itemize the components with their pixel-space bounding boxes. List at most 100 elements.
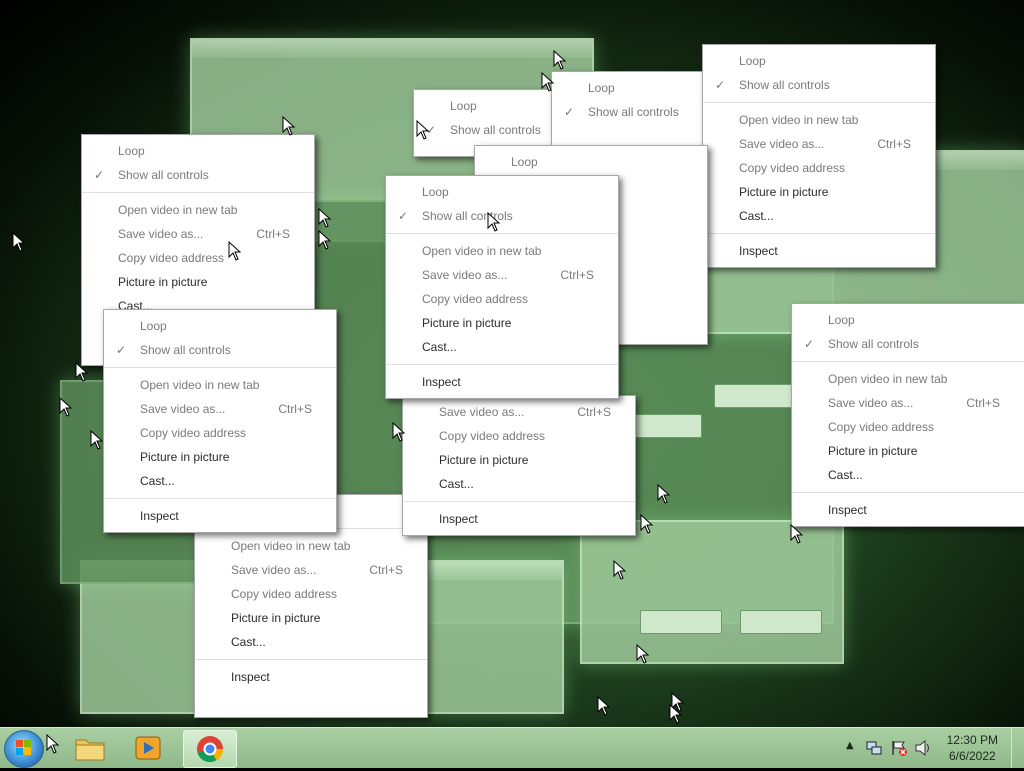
mouse-cursor-icon	[640, 514, 654, 534]
mouse-cursor-icon	[282, 116, 296, 136]
menu-item-cast[interactable]: Cast...	[386, 335, 618, 359]
menu-item-show-all-controls[interactable]: ✓Show all controls	[386, 204, 618, 228]
chrome-icon	[197, 736, 224, 763]
video-context-menu: Loop ✓ Show all controls Open video in ne…	[791, 303, 1024, 527]
mouse-cursor-icon	[553, 50, 567, 70]
mouse-cursor-icon	[392, 422, 406, 442]
menu-item-cast[interactable]: Cast...	[195, 630, 427, 654]
menu-item-save-video[interactable]: Save video as... Ctrl+S	[104, 397, 336, 421]
menu-separator	[792, 361, 1024, 362]
menu-item-picture-in-picture[interactable]: Picture in picture	[104, 445, 336, 469]
mouse-cursor-icon	[318, 230, 332, 250]
menu-item-inspect[interactable]: Inspect	[104, 504, 336, 528]
mouse-cursor-icon	[790, 524, 804, 544]
clock[interactable]: 12:30 PM 6/6/2022	[947, 732, 998, 764]
start-button[interactable]	[4, 730, 44, 768]
media-player-icon	[135, 736, 161, 760]
menu-item-save-video[interactable]: Save video as... Ctrl+S	[195, 558, 427, 582]
mouse-cursor-icon	[46, 734, 60, 754]
menu-separator	[195, 659, 427, 660]
network-icon[interactable]	[866, 740, 882, 756]
menu-item-inspect[interactable]: Inspect	[792, 498, 1024, 522]
taskbar-google-chrome[interactable]	[183, 730, 237, 768]
menu-item-save-video[interactable]: Save video as... Ctrl+S	[703, 132, 935, 156]
menu-item-picture-in-picture[interactable]: Picture in picture	[792, 439, 1024, 463]
menu-separator	[386, 233, 618, 234]
menu-item-show-all-controls[interactable]: ✓Show all controls	[104, 338, 336, 362]
mouse-cursor-icon	[636, 644, 650, 664]
menu-item-picture-in-picture[interactable]: Picture in picture	[386, 311, 618, 335]
menu-item-inspect[interactable]: Inspect	[403, 507, 635, 531]
menu-item-save-video[interactable]: Save video as... Ctrl+S	[386, 263, 618, 287]
video-context-menu: Save video as... Ctrl+S Copy video addres…	[402, 395, 636, 536]
mouse-cursor-icon	[657, 484, 671, 504]
action-center-flag-icon[interactable]	[890, 739, 908, 757]
menu-item-loop[interactable]: Loop	[475, 150, 707, 174]
menu-item-loop[interactable]: Loop	[82, 139, 314, 163]
menu-item-loop[interactable]: Loop	[386, 180, 618, 204]
menu-item-show-all-controls[interactable]: ✓Show all controls	[82, 163, 314, 187]
mouse-cursor-icon	[59, 397, 73, 417]
menu-item-picture-in-picture[interactable]: Picture in picture	[82, 270, 314, 294]
menu-separator	[403, 501, 635, 502]
menu-item-loop[interactable]: Loop	[792, 308, 1024, 332]
menu-item-inspect[interactable]: Inspect	[386, 370, 618, 394]
menu-item-save-video[interactable]: Save video as... Ctrl+S	[82, 222, 314, 246]
menu-item-copy-address[interactable]: Copy video address	[703, 156, 935, 180]
mouse-cursor-icon	[318, 208, 332, 228]
show-desktop-button[interactable]	[1011, 728, 1024, 768]
background-window	[580, 520, 844, 664]
mouse-cursor-icon	[613, 560, 627, 580]
system-tray: ▲ 12:30 PM 6/6/2022	[824, 728, 1024, 768]
menu-item-copy-address[interactable]: Copy video address	[792, 415, 1024, 439]
video-context-menu: Loop ✓ Show all controls Open video in ne…	[103, 309, 337, 533]
mouse-cursor-icon	[12, 232, 26, 252]
menu-item-picture-in-picture[interactable]: Picture in picture	[195, 606, 427, 630]
folder-icon	[75, 739, 105, 761]
menu-item-save-video[interactable]: Save video as... Ctrl+S	[792, 391, 1024, 415]
menu-item-open-new-tab[interactable]: Open video in new tab	[82, 198, 314, 222]
menu-item-show-all-controls[interactable]: ✓Show all controls	[792, 332, 1024, 356]
menu-item-open-new-tab[interactable]: Open video in new tab	[195, 534, 427, 558]
menu-item-save-video[interactable]: Save video as... Ctrl+S	[403, 400, 635, 424]
background-button	[640, 610, 722, 634]
menu-item-show-all-controls[interactable]: ✓Show all controls	[703, 73, 935, 97]
menu-item-copy-address[interactable]: Copy video address	[82, 246, 314, 270]
menu-item-loop[interactable]: Loop	[703, 49, 935, 73]
menu-separator	[104, 498, 336, 499]
menu-item-cast[interactable]: Cast...	[792, 463, 1024, 487]
menu-item-picture-in-picture[interactable]: Picture in picture	[403, 448, 635, 472]
menu-separator	[703, 102, 935, 103]
menu-item-cast[interactable]: Cast...	[403, 472, 635, 496]
menu-item-copy-address[interactable]: Copy video address	[386, 287, 618, 311]
menu-separator	[792, 492, 1024, 493]
check-icon: ✓	[94, 168, 105, 182]
check-icon: ✓	[116, 343, 127, 357]
show-hidden-icons-icon[interactable]: ▲	[846, 740, 854, 751]
menu-item-open-new-tab[interactable]: Open video in new tab	[386, 239, 618, 263]
menu-item-picture-in-picture[interactable]: Picture in picture	[703, 180, 935, 204]
taskbar-media-player[interactable]	[122, 730, 174, 766]
menu-item-inspect[interactable]: Inspect	[195, 665, 427, 689]
menu-item-open-new-tab[interactable]: Open video in new tab	[104, 373, 336, 397]
menu-item-copy-address[interactable]: Copy video address	[195, 582, 427, 606]
mouse-cursor-icon	[597, 696, 611, 716]
menu-item-cast[interactable]: Cast...	[104, 469, 336, 493]
menu-item-copy-address[interactable]: Copy video address	[104, 421, 336, 445]
menu-item-loop[interactable]: Loop	[104, 314, 336, 338]
taskbar-windows-explorer[interactable]	[64, 730, 116, 766]
menu-item-open-new-tab[interactable]: Open video in new tab	[792, 367, 1024, 391]
background-button	[714, 384, 796, 408]
check-icon: ✓	[715, 78, 726, 92]
menu-item-inspect[interactable]: Inspect	[703, 239, 935, 263]
menu-separator	[82, 192, 314, 193]
menu-item-open-new-tab[interactable]: Open video in new tab	[703, 108, 935, 132]
menu-item-cast[interactable]: Cast...	[703, 204, 935, 228]
volume-icon[interactable]	[914, 740, 932, 756]
check-icon: ✓	[804, 337, 815, 351]
check-icon: ✓	[398, 209, 409, 223]
mouse-cursor-icon	[228, 241, 242, 261]
menu-separator	[386, 364, 618, 365]
mouse-cursor-icon	[669, 704, 683, 724]
menu-item-copy-address[interactable]: Copy video address	[403, 424, 635, 448]
